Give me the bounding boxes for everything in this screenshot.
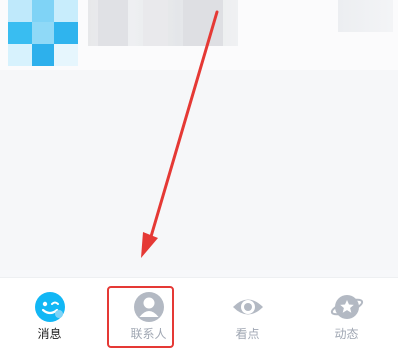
blurred-header-action[interactable] — [338, 0, 393, 32]
blurred-name — [88, 0, 238, 46]
contacts-highlight-box — [107, 286, 174, 348]
tab-label: 动态 — [334, 327, 359, 341]
tab-feed[interactable]: 动态 — [297, 278, 396, 356]
chat-smile-icon — [34, 292, 65, 322]
blurred-profile-header — [0, 0, 398, 70]
eye-icon — [232, 299, 263, 315]
star-planet-icon — [330, 295, 363, 319]
content-area — [0, 70, 398, 270]
tab-messages[interactable]: 消息 — [0, 278, 99, 356]
bottom-tab-bar: 消息 联系人 看点 动态 — [0, 277, 398, 356]
app-screen: 消息 联系人 看点 动态 — [0, 0, 398, 356]
tab-discover[interactable]: 看点 — [198, 278, 297, 356]
tab-label: 看点 — [235, 327, 260, 341]
tab-label: 消息 — [37, 327, 62, 341]
blurred-avatar[interactable] — [8, 0, 78, 66]
